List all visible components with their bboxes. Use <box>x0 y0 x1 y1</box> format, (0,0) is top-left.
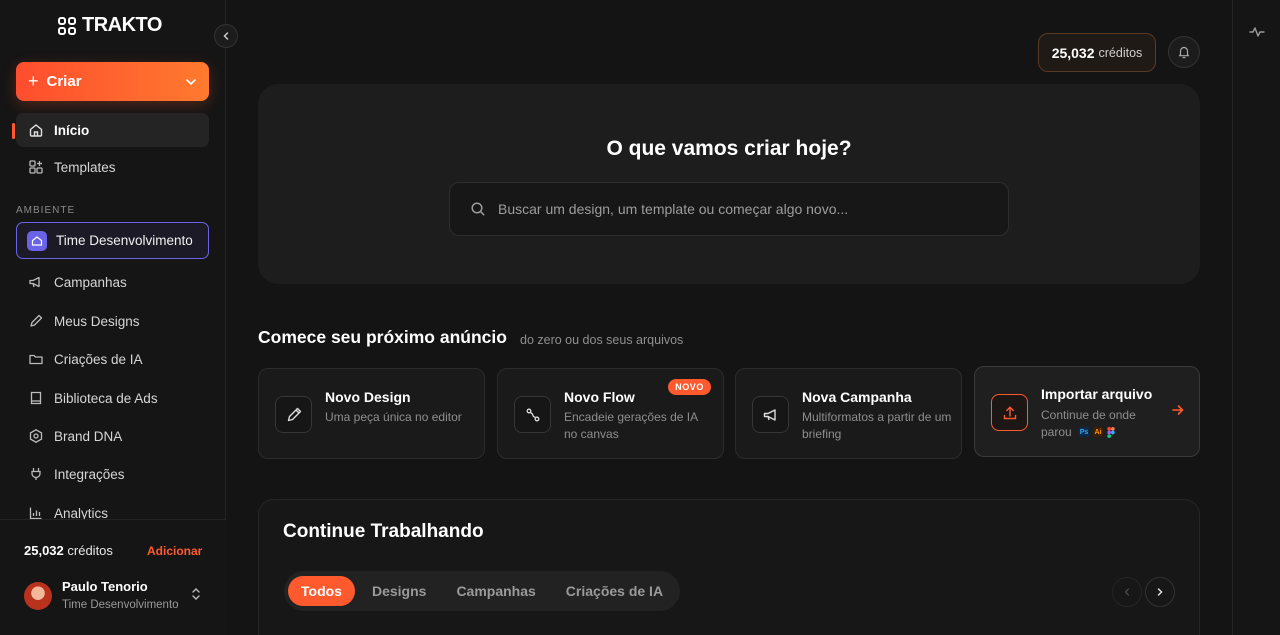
tab-designs[interactable]: Designs <box>359 576 439 606</box>
active-indicator <box>12 123 15 139</box>
sidebar-item-meus-designs[interactable]: Meus Designs <box>16 304 209 338</box>
sidebar-item-label: Templates <box>54 159 116 175</box>
photoshop-icon: Ps <box>1079 427 1090 438</box>
activity-pulse-icon[interactable] <box>1249 24 1265 40</box>
sidebar-footer: 25,032 créditos Adicionar Paulo Tenorio … <box>0 519 226 635</box>
tab-todos[interactable]: Todos <box>288 576 355 606</box>
illustrator-icon: Ai <box>1093 427 1104 438</box>
card-novo-flow[interactable]: Novo Flow Encadeie gerações de IA no can… <box>497 368 724 459</box>
sidebar-item-biblioteca-ads[interactable]: Biblioteca de Ads <box>16 381 209 415</box>
folder-icon <box>29 354 43 365</box>
search-icon <box>471 202 485 216</box>
environment-selector[interactable]: Time Desenvolvimento <box>16 222 209 259</box>
user-name: Paulo Tenorio <box>62 579 148 594</box>
plus-icon: + <box>28 71 39 91</box>
sidebar-item-brand-dna[interactable]: Brand DNA <box>16 419 209 453</box>
tab-campanhas[interactable]: Campanhas <box>443 576 548 606</box>
chevron-right-icon <box>1157 588 1163 596</box>
logo-mark-icon <box>58 16 76 35</box>
user-team: Time Desenvolvimento <box>62 599 179 611</box>
sidebar-item-label: Biblioteca de Ads <box>54 390 158 406</box>
card-importar-arquivo[interactable]: Importar arquivo Continue de onde parou … <box>974 366 1200 457</box>
right-panel <box>1232 0 1280 635</box>
footer-credits-label: créditos <box>67 543 113 558</box>
collapse-sidebar-button[interactable] <box>214 24 238 48</box>
plug-icon <box>31 468 41 480</box>
continue-title: Continue Trabalhando <box>283 521 484 542</box>
card-description: Continue de onde parou Ps Ai <box>1041 407 1151 441</box>
new-badge: NOVO <box>668 379 711 395</box>
chevron-down-icon <box>186 78 196 85</box>
upload-icon <box>991 394 1028 431</box>
start-section-title: Comece seu próximo anúncio <box>258 327 507 347</box>
chevron-left-icon <box>223 32 229 40</box>
environment-home-icon <box>27 230 47 251</box>
sidebar-item-label: Brand DNA <box>54 428 123 444</box>
arrow-right-icon <box>1172 405 1184 415</box>
start-section-subtitle: do zero ou dos seus arquivos <box>520 333 684 347</box>
credits-label: créditos <box>1098 45 1143 60</box>
card-title: Novo Flow <box>564 389 635 405</box>
sidebar-item-label: Início <box>54 122 90 138</box>
footer-credits: 25,032 créditos <box>24 543 113 558</box>
filter-tabs: Todos Designs Campanhas Criações de IA <box>284 571 681 611</box>
prev-page-button[interactable] <box>1112 577 1142 607</box>
sidebar-item-label: Meus Designs <box>54 313 140 329</box>
card-novo-design[interactable]: Novo Design Uma peça única no editor <box>258 368 485 459</box>
sidebar-item-criacoes-ia[interactable]: Criações de IA <box>16 342 209 376</box>
sidebar-item-integracoes[interactable]: Integrações <box>16 457 209 491</box>
card-description: Uma peça única no editor <box>325 410 462 424</box>
templates-icon <box>29 160 43 174</box>
card-title: Nova Campanha <box>802 389 912 405</box>
sidebar-item-label: Criações de IA <box>54 351 143 367</box>
home-icon <box>29 124 43 137</box>
chevron-left-icon <box>1124 588 1130 596</box>
pencil-icon <box>30 314 43 327</box>
figma-icon <box>1107 427 1115 439</box>
pencil-icon <box>275 396 312 433</box>
megaphone-icon <box>29 276 40 288</box>
bell-icon <box>1178 46 1190 59</box>
hero-panel: O que vamos criar hoje? <box>258 84 1200 284</box>
sidebar-item-campanhas[interactable]: Campanhas <box>16 265 209 299</box>
search-input[interactable] <box>498 201 978 217</box>
card-description: Multiformatos a partir de um briefing <box>802 410 952 441</box>
megaphone-icon <box>752 396 789 433</box>
chevron-up-down-icon[interactable] <box>190 587 202 601</box>
sidebar-item-templates[interactable]: Templates <box>16 150 209 184</box>
logo-text: TRAKTO <box>82 14 162 36</box>
hexagon-icon <box>29 429 43 443</box>
next-page-button[interactable] <box>1145 577 1175 607</box>
add-credits-link[interactable]: Adicionar <box>147 544 202 558</box>
sidebar-item-inicio[interactable]: Início <box>16 113 209 147</box>
card-title: Novo Design <box>325 389 411 405</box>
tab-criacoes-ia[interactable]: Criações de IA <box>553 576 676 606</box>
continue-working-panel: Continue Trabalhando Todos Designs Campa… <box>258 499 1200 635</box>
card-title: Importar arquivo <box>1041 386 1153 402</box>
create-button[interactable]: + Criar <box>16 62 209 101</box>
trakto-logo[interactable]: TRAKTO <box>58 14 162 37</box>
sidebar-item-label: Campanhas <box>54 274 127 290</box>
sidebar: TRAKTO + Criar Início Templates AMBIENTE… <box>0 0 226 635</box>
card-nova-campanha[interactable]: Nova Campanha Multiformatos a partir de … <box>735 368 962 459</box>
search-box[interactable] <box>449 182 1009 236</box>
environment-name: Time Desenvolvimento <box>56 233 193 248</box>
sidebar-item-label: Integrações <box>54 466 125 482</box>
section-label-ambiente: AMBIENTE <box>16 205 76 216</box>
flow-icon <box>514 396 551 433</box>
footer-credits-value: 25,032 <box>24 543 64 558</box>
book-icon <box>30 391 42 405</box>
credits-pill[interactable]: 25,032 créditos <box>1038 33 1156 72</box>
create-label: Criar <box>46 73 82 90</box>
avatar[interactable] <box>24 582 52 610</box>
notifications-button[interactable] <box>1168 36 1200 68</box>
hero-title: O que vamos criar hoje? <box>606 137 852 160</box>
credits-value: 25,032 <box>1051 44 1095 61</box>
file-format-logos: Ps Ai <box>1079 427 1115 439</box>
card-description: Encadeie gerações de IA no canvas <box>564 410 698 441</box>
